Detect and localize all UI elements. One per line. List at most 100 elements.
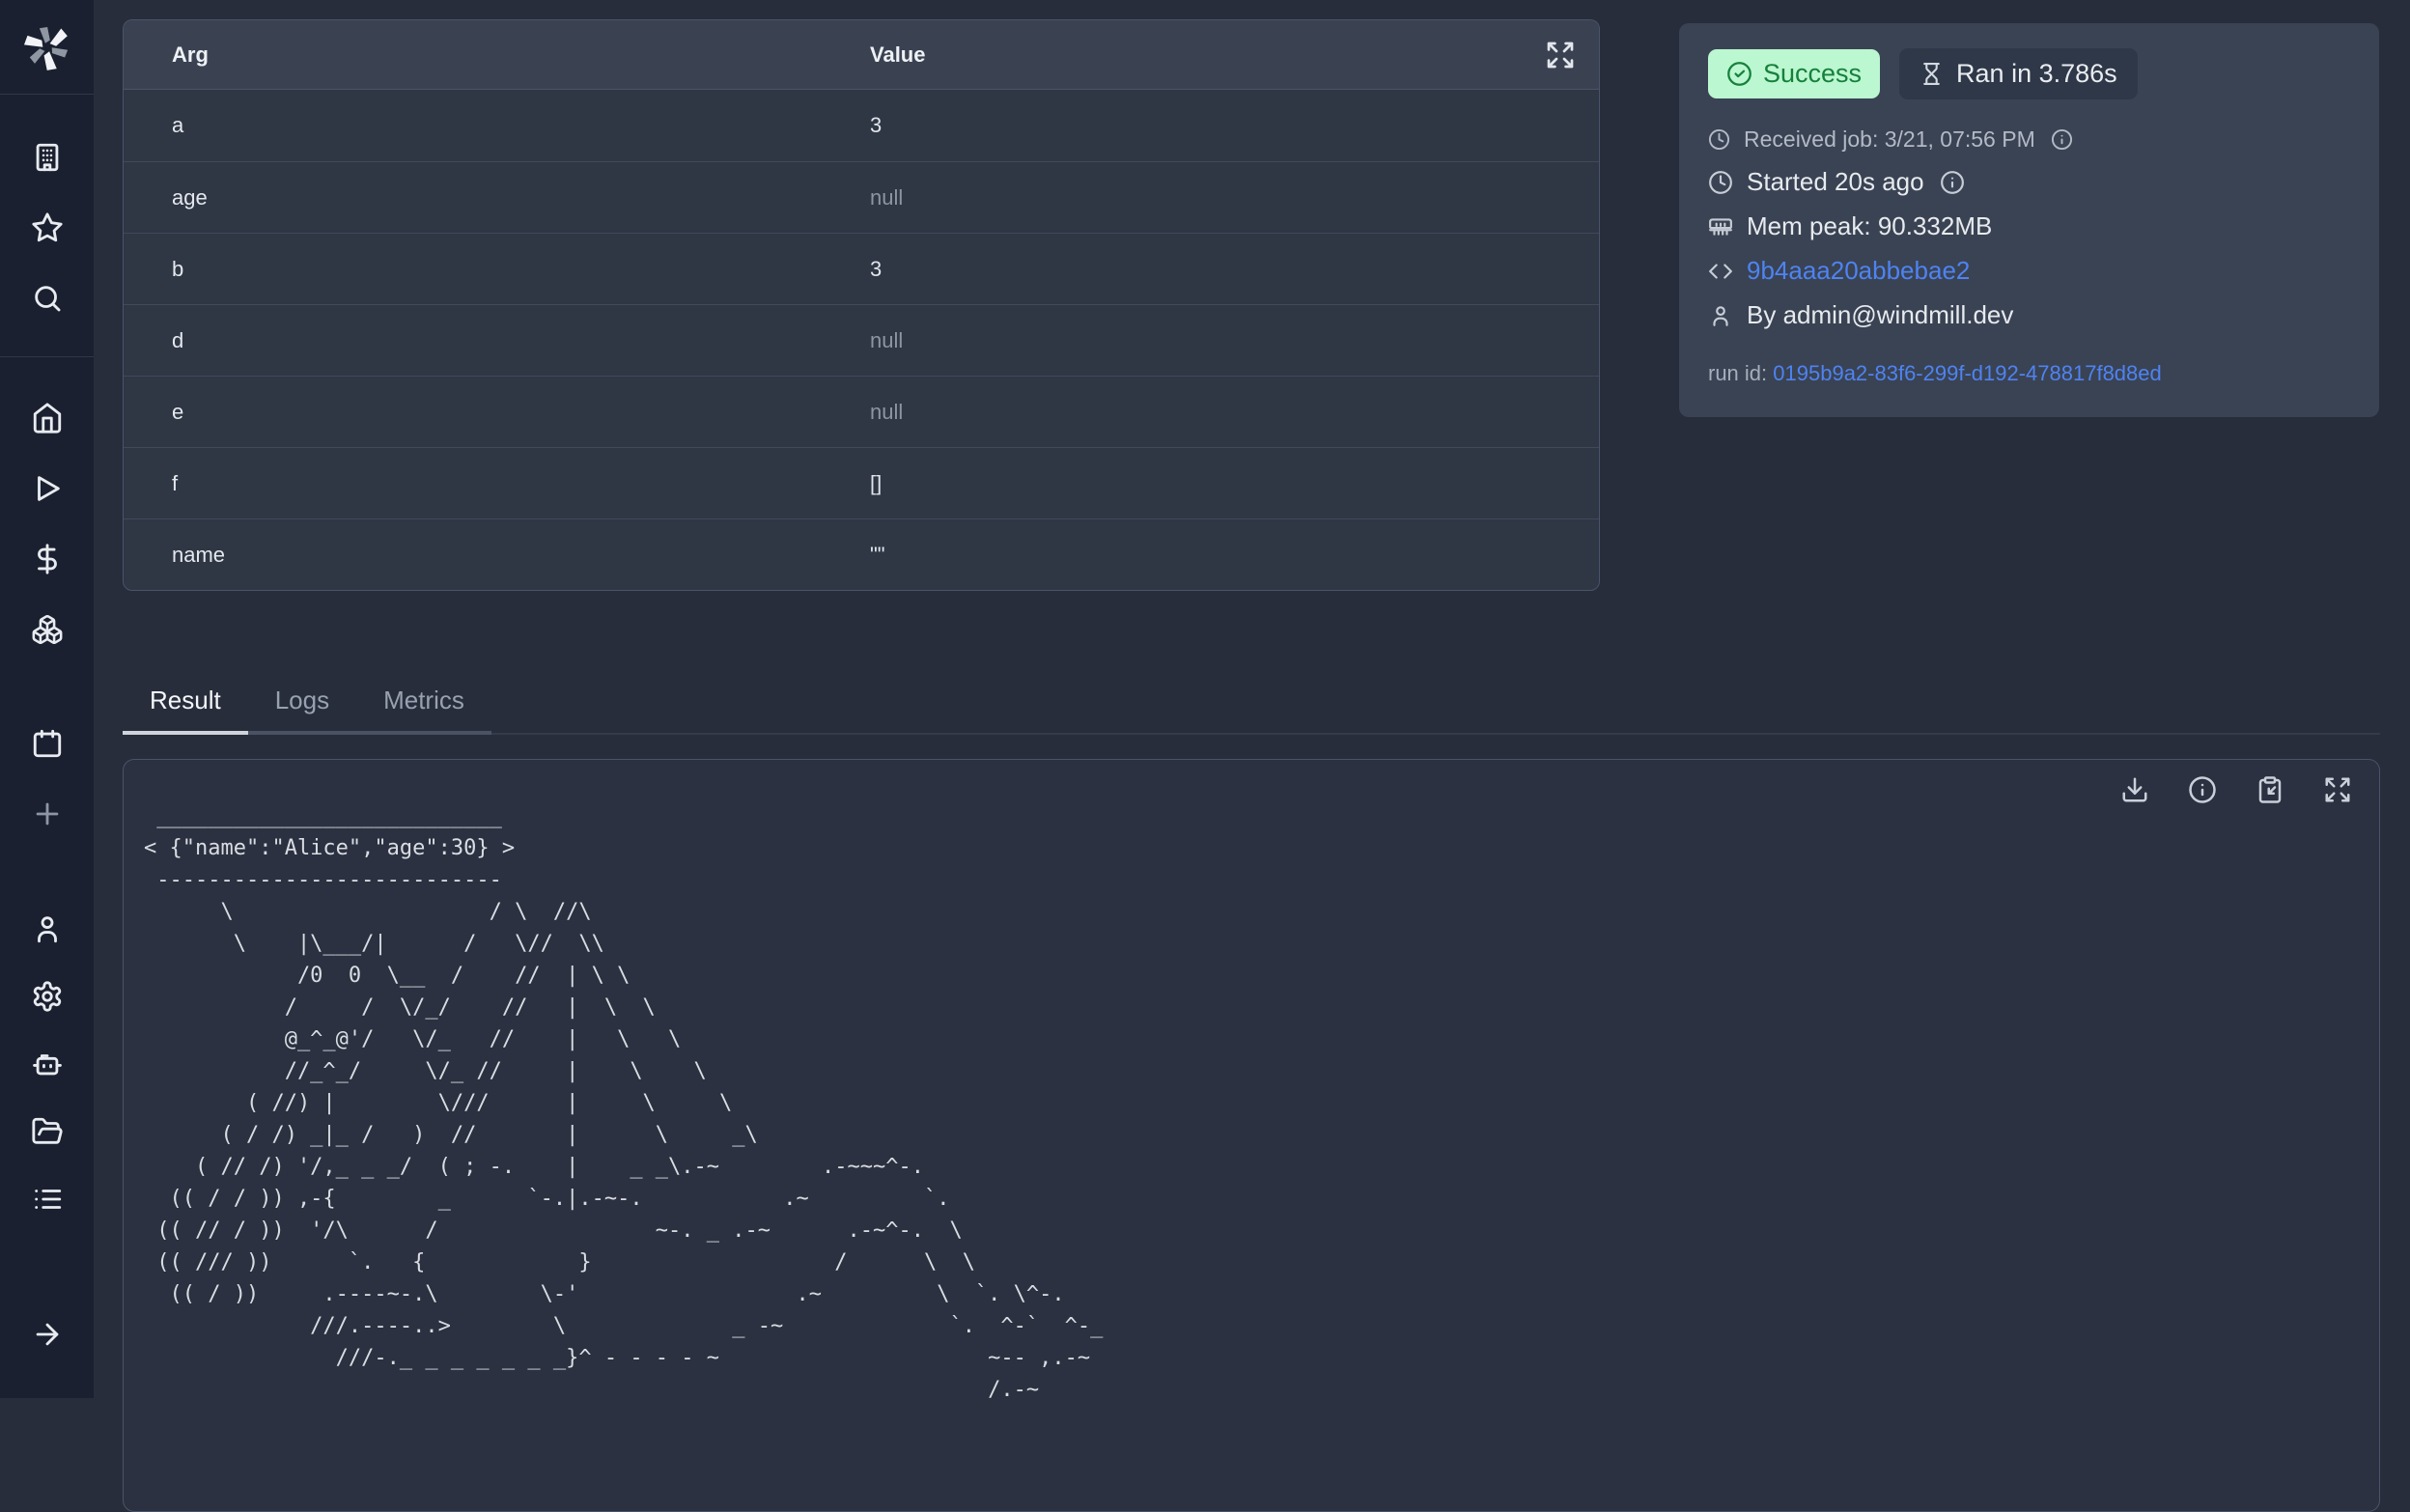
arg-name: b (124, 257, 870, 282)
sidebar-item-workspace[interactable] (0, 122, 94, 192)
sidebar (0, 0, 94, 1398)
run-id-link[interactable]: 0195b9a2-83f6-299f-d192-478817f8d8ed (1773, 361, 2161, 385)
triggered-by-text: By admin@windmill.dev (1747, 300, 2013, 330)
arg-value: "" (870, 543, 885, 568)
clipboard-copy-icon (2256, 775, 2284, 804)
args-table: Arg Value a3agenullb3dnullenullf[]name"" (123, 19, 1600, 591)
sidebar-collapse-toggle[interactable] (0, 1299, 94, 1369)
script-hash-line: 9b4aaa20abbebae2 (1708, 256, 2350, 286)
windmill-logo[interactable] (0, 0, 94, 94)
arg-name: a (124, 113, 870, 138)
sidebar-item-users[interactable] (0, 895, 94, 963)
arg-name: e (124, 400, 870, 425)
result-toolbar (2120, 775, 2352, 804)
column-header-value: Value (870, 42, 925, 68)
table-row: enull (124, 376, 1599, 447)
expand-result-button[interactable] (2323, 775, 2352, 804)
sidebar-item-home[interactable] (0, 382, 94, 453)
arg-value: 3 (870, 113, 882, 138)
windmill-logo-icon (22, 22, 72, 72)
home-icon (31, 402, 64, 434)
arg-name: age (124, 185, 870, 210)
sidebar-item-runs[interactable] (0, 453, 94, 523)
sidebar-group-main (0, 382, 94, 664)
table-row: f[] (124, 447, 1599, 518)
table-row: a3 (124, 90, 1599, 161)
run-id-label: run id: (1708, 361, 1767, 385)
sidebar-item-add[interactable] (0, 778, 94, 849)
received-job-text: Received job: 3/21, 07:56 PM (1744, 126, 2035, 153)
duration-chip: Ran in 3.786s (1899, 48, 2138, 99)
info-icon[interactable] (2051, 128, 2073, 151)
expand-args-button[interactable] (1545, 40, 1576, 70)
sidebar-item-schedules[interactable] (0, 708, 94, 778)
copy-result-button[interactable] (2256, 775, 2284, 804)
folder-open-icon (31, 1115, 64, 1148)
status-badge-label: Success (1763, 59, 1862, 89)
mem-peak-text: Mem peak: 90.332MB (1747, 211, 1992, 241)
main-content: Arg Value a3agenullb3dnullenullf[]name""… (94, 0, 2410, 1398)
table-row: agenull (124, 161, 1599, 233)
args-table-header: Arg Value (124, 20, 1599, 90)
sidebar-item-folders[interactable] (0, 1098, 94, 1165)
arg-name: d (124, 328, 870, 353)
table-row: name"" (124, 518, 1599, 590)
sidebar-item-settings[interactable] (0, 963, 94, 1030)
sidebar-item-audit-logs[interactable] (0, 1165, 94, 1233)
tab-metrics[interactable]: Metrics (356, 682, 491, 735)
clock-icon (1708, 170, 1733, 195)
code-icon (1708, 259, 1733, 284)
sidebar-item-favorites[interactable] (0, 192, 94, 263)
arg-name: name (124, 543, 870, 568)
gear-icon (31, 980, 64, 1013)
arg-value: null (870, 328, 903, 353)
sidebar-item-workers[interactable] (0, 1030, 94, 1098)
download-icon (2120, 775, 2149, 804)
arrow-right-icon (31, 1318, 64, 1351)
table-row: b3 (124, 233, 1599, 304)
info-icon (2188, 775, 2217, 804)
info-icon[interactable] (1940, 170, 1965, 195)
sidebar-group-schedules (0, 708, 94, 849)
user-icon (31, 912, 64, 945)
play-icon (31, 472, 64, 505)
expand-icon (1545, 40, 1576, 70)
column-header-arg: Arg (124, 42, 870, 68)
calendar-icon (31, 727, 64, 760)
run-id-line: run id: 0195b9a2-83f6-299f-d192-478817f8… (1708, 361, 2350, 386)
arg-value: null (870, 400, 903, 425)
arg-value: null (870, 185, 903, 210)
arg-name: f (124, 471, 870, 496)
sidebar-item-variables[interactable] (0, 523, 94, 594)
mem-peak-line: Mem peak: 90.332MB (1708, 211, 2350, 241)
check-circle-icon (1726, 61, 1752, 87)
result-info-button[interactable] (2188, 775, 2217, 804)
sidebar-group-admin (0, 895, 94, 1233)
script-hash-link[interactable]: 9b4aaa20abbebae2 (1747, 256, 1970, 286)
duration-label: Ran in 3.786s (1956, 59, 2117, 89)
result-panel: ___________________________ < {"name":"A… (123, 759, 2380, 1512)
expand-icon (2323, 775, 2352, 804)
hourglass-icon (1920, 62, 1944, 86)
started-text: Started 20s ago (1747, 167, 1924, 197)
boxes-icon (31, 613, 64, 646)
dollar-sign-icon (31, 543, 64, 575)
list-icon (31, 1183, 64, 1216)
arg-value: [] (870, 471, 882, 496)
bot-icon (31, 1048, 64, 1080)
memory-stick-icon (1708, 214, 1733, 239)
sidebar-item-resources[interactable] (0, 594, 94, 664)
building-icon (31, 141, 64, 174)
search-icon (31, 282, 64, 315)
triggered-by-line: By admin@windmill.dev (1708, 300, 2350, 330)
sidebar-group-workspace (0, 122, 94, 333)
sidebar-divider (0, 94, 94, 95)
tab-result[interactable]: Result (123, 682, 248, 735)
sidebar-item-search[interactable] (0, 263, 94, 333)
table-row: dnull (124, 304, 1599, 376)
sidebar-divider (0, 356, 94, 357)
tab-logs[interactable]: Logs (248, 682, 356, 735)
clock-icon (1708, 128, 1730, 151)
status-badge: Success (1708, 49, 1880, 98)
download-result-button[interactable] (2120, 775, 2149, 804)
